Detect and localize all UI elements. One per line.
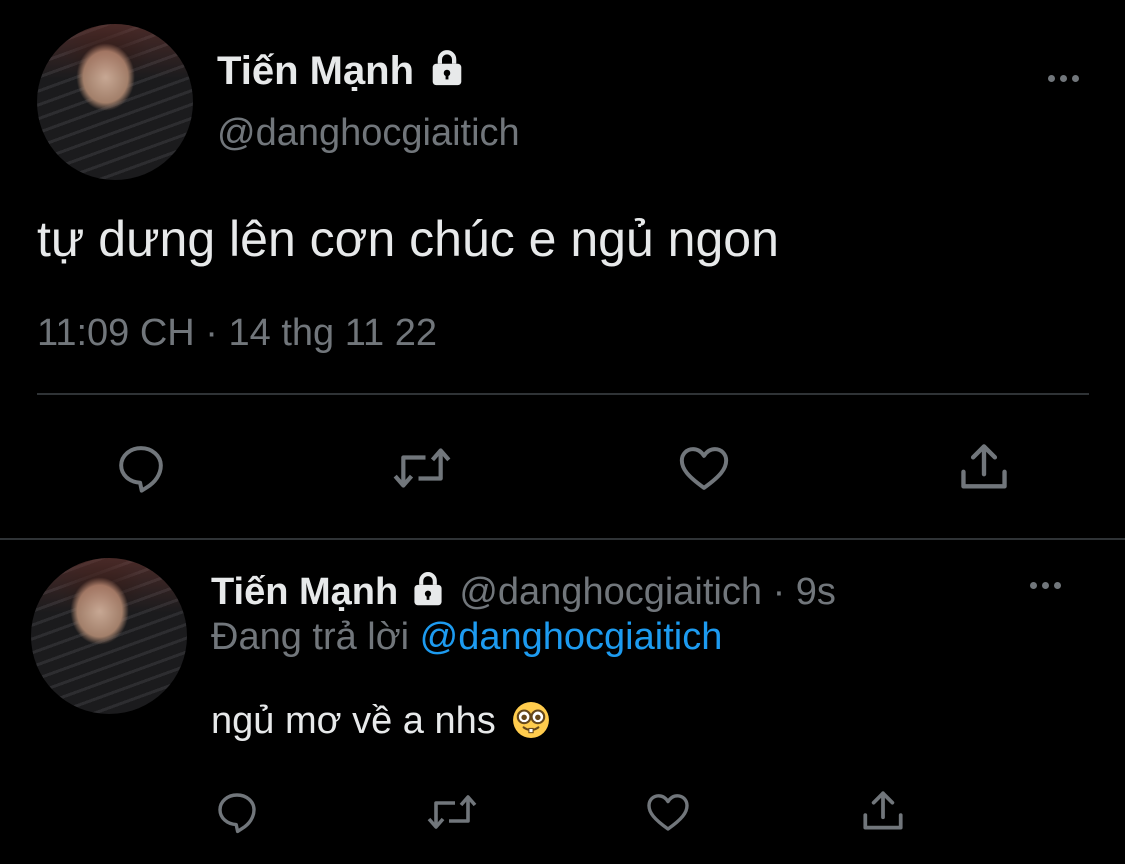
reply-author-name[interactable]: Tiến Mạnh xyxy=(211,571,398,613)
more-icon-dot xyxy=(1030,582,1037,589)
share-icon xyxy=(863,791,903,830)
more-icon-dot xyxy=(1072,75,1079,82)
reply-share-button[interactable] xyxy=(858,786,908,836)
main-tweet-date: 14 thg 11 22 xyxy=(228,312,437,354)
section-divider xyxy=(0,538,1125,540)
reply-icon xyxy=(218,793,256,834)
main-more-button[interactable] xyxy=(1044,71,1083,86)
lock-icon xyxy=(414,572,442,606)
reply-separator: · xyxy=(772,571,786,613)
share-icon xyxy=(961,444,1007,489)
reply-retweet-button[interactable] xyxy=(423,788,481,836)
reply-icon xyxy=(119,446,163,493)
main-reply-button[interactable] xyxy=(112,440,170,496)
main-like-button[interactable] xyxy=(675,440,733,496)
reply-like-button[interactable] xyxy=(643,788,693,836)
reply-author-handle[interactable]: @danghocgiaitich xyxy=(459,571,762,613)
main-share-button[interactable] xyxy=(955,438,1013,496)
reply-more-button[interactable] xyxy=(1026,578,1065,593)
reply-age[interactable]: 9s xyxy=(796,571,836,613)
retweet-icon xyxy=(393,448,451,488)
reply-tweet-text: ngủ mơ về a nhs xyxy=(211,700,496,742)
more-icon-dot xyxy=(1048,75,1055,82)
nerd-face-emoji xyxy=(512,701,550,739)
main-tweet-time: 11:09 CH xyxy=(37,312,195,354)
reply-header: Tiến Mạnh @danghocgiaitich · 9s xyxy=(211,566,836,614)
reply-tweet-text-row: ngủ mơ về a nhs xyxy=(211,700,550,743)
lock-icon xyxy=(432,50,462,86)
replying-prefix: Đang trả lời xyxy=(211,616,410,658)
main-author-handle[interactable]: @danghocgiaitich xyxy=(217,112,520,155)
replying-to-link[interactable]: @danghocgiaitich xyxy=(420,616,723,658)
replying-to-line: Đang trả lời @danghocgiaitich xyxy=(211,616,722,659)
heart-icon xyxy=(679,447,729,490)
main-tweet-timestamp[interactable]: 11:09 CH · 14 thg 11 22 xyxy=(37,312,437,355)
reply-reply-button[interactable] xyxy=(212,788,262,836)
main-tweet-text: tự dưng lên cơn chúc e ngủ ngon xyxy=(37,211,779,267)
more-icon-dot xyxy=(1042,582,1049,589)
main-tweet-divider xyxy=(37,393,1089,395)
main-retweet-button[interactable] xyxy=(389,440,455,496)
main-author-name-row[interactable]: Tiến Mạnh xyxy=(217,44,465,94)
retweet-icon xyxy=(427,795,477,829)
main-author-avatar[interactable] xyxy=(37,24,193,180)
main-author-name[interactable]: Tiến Mạnh xyxy=(217,49,414,93)
nerd-face-icon xyxy=(513,702,550,738)
heart-icon xyxy=(647,794,689,831)
reply-author-avatar[interactable] xyxy=(31,558,187,714)
more-icon-dot xyxy=(1060,75,1067,82)
more-icon-dot xyxy=(1054,582,1061,589)
timestamp-separator: · xyxy=(205,312,218,354)
